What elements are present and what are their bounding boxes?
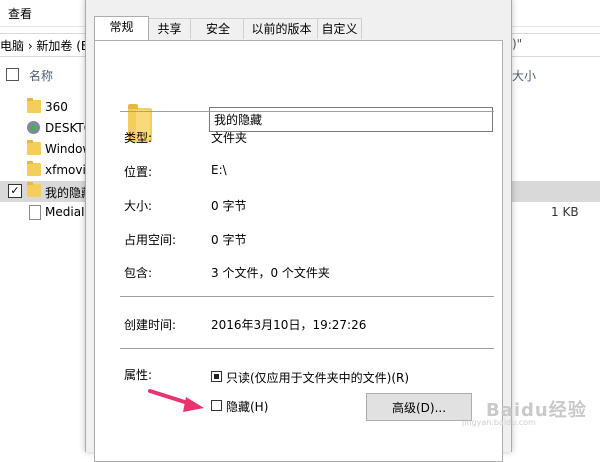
- size-on-disk-label: 占用空间:: [124, 233, 177, 247]
- folder-icon: [27, 182, 41, 197]
- divider: [120, 296, 494, 297]
- file-name: MediaI: [45, 205, 85, 219]
- size-label: 大小:: [124, 199, 153, 213]
- baidu-watermark: Baidu经验 jingyan.baidu.com: [462, 392, 592, 432]
- tab-customize[interactable]: 自定义: [317, 18, 362, 39]
- readonly-checkbox[interactable]: [211, 371, 222, 382]
- size-on-disk-value: 0 字节: [211, 233, 247, 247]
- hidden-label[interactable]: 隐藏(H): [226, 398, 268, 415]
- contains-value: 3 个文件，0 个文件夹: [211, 266, 330, 280]
- column-name-header[interactable]: 名称: [29, 67, 53, 84]
- created-label: 创建时间:: [124, 318, 177, 332]
- type-value: 文件夹: [211, 131, 248, 145]
- breadcrumb[interactable]: 电脑 › 新加卷 (E: [0, 37, 89, 54]
- location-label: 位置:: [124, 165, 153, 179]
- file-name: 360: [45, 100, 68, 114]
- network-icon: [27, 121, 40, 134]
- ribbon-tab-view[interactable]: 查看: [8, 5, 32, 22]
- folder-icon: [27, 98, 41, 113]
- properties-dialog: 常规共享安全以前的版本自定义 类型: 文件夹 位置: E:\ 大小: 0 字节 …: [85, 0, 512, 462]
- tab-security[interactable]: 安全: [190, 18, 246, 39]
- divider: [120, 348, 494, 349]
- tab-previous-versions[interactable]: 以前的版本: [243, 18, 320, 39]
- select-all-checkbox[interactable]: [6, 68, 19, 81]
- type-label: 类型:: [124, 131, 153, 145]
- search-box-text[interactable]: )": [512, 37, 522, 51]
- location-value: E:\: [211, 163, 227, 177]
- watermark-url: jingyan.baidu.com: [462, 418, 536, 427]
- row-checkbox[interactable]: ✓: [8, 184, 22, 198]
- divider: [120, 111, 494, 112]
- advanced-button[interactable]: 高级(D)...: [366, 393, 472, 421]
- document-icon: [29, 205, 41, 220]
- readonly-label[interactable]: 只读(仅应用于文件夹中的文件)(R): [226, 369, 409, 386]
- hidden-checkbox[interactable]: [211, 400, 222, 411]
- general-tab-panel: 类型: 文件夹 位置: E:\ 大小: 0 字节 占用空间: 0 字节 包含: …: [94, 40, 503, 462]
- attributes-label: 属性:: [124, 368, 153, 382]
- file-size: 1 KB: [551, 205, 579, 219]
- tab-sharing[interactable]: 共享: [146, 18, 193, 39]
- tab-general[interactable]: 常规: [94, 16, 149, 40]
- created-value: 2016年3月10日，19:27:26: [211, 318, 367, 332]
- column-size-header[interactable]: 大小: [512, 67, 536, 84]
- size-value: 0 字节: [211, 199, 247, 213]
- folder-icon: [27, 140, 41, 155]
- folder-icon: [27, 161, 41, 176]
- contains-label: 包含:: [124, 266, 153, 280]
